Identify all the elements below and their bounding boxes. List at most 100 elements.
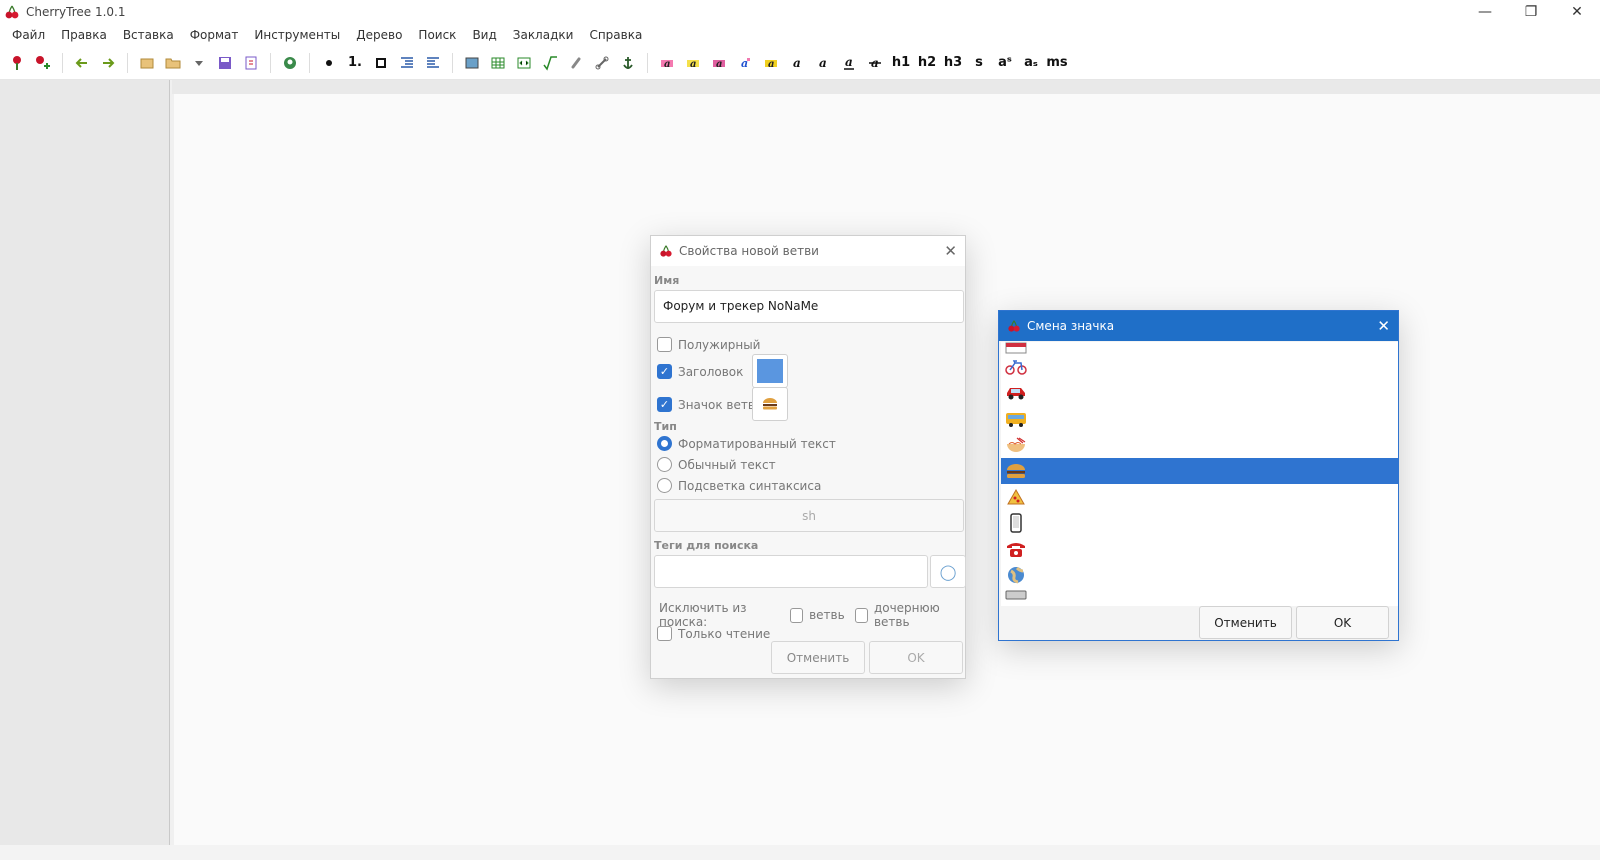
insert-file-icon[interactable] [565, 52, 587, 74]
small-text-button[interactable]: s [968, 52, 990, 74]
insert-anchor-icon[interactable] [617, 52, 639, 74]
close-icon[interactable]: ✕ [944, 242, 957, 260]
bold-checkbox[interactable] [657, 337, 672, 352]
syntax-select[interactable]: sh [654, 499, 964, 532]
type-code-radio[interactable] [657, 478, 672, 493]
text-background-color-icon[interactable]: a [682, 52, 704, 74]
new-file-icon[interactable] [136, 52, 158, 74]
cancel-button[interactable]: Отменить [1199, 606, 1292, 639]
bicycle-icon [1005, 360, 1027, 375]
superscript-button[interactable]: aˢ [994, 52, 1016, 74]
minimize-icon[interactable]: — [1462, 0, 1508, 24]
bold-label: Полужирный [678, 337, 761, 352]
node-icon-button[interactable] [752, 387, 788, 421]
todo-list-icon[interactable] [370, 52, 392, 74]
globe-icon [1008, 566, 1024, 584]
text-color-blue-icon[interactable]: a [734, 52, 756, 74]
type-label: Тип [654, 420, 677, 433]
exclude-node-checkbox[interactable] [789, 607, 804, 623]
type-plain-row[interactable]: Обычный текст [657, 457, 776, 472]
italic-icon[interactable]: a [812, 52, 834, 74]
insert-codebox-icon[interactable] [513, 52, 535, 74]
menu-search[interactable]: Поиск [410, 24, 464, 46]
search-icon[interactable]: ◯ [930, 555, 966, 588]
close-window-icon[interactable]: ✕ [1554, 0, 1600, 24]
list-item[interactable] [1001, 342, 1398, 354]
text-foreground-color-icon[interactable]: a [656, 52, 678, 74]
text-highlight-yellow-icon[interactable]: a [760, 52, 782, 74]
monospace-button[interactable]: ms [1046, 52, 1068, 74]
cancel-button[interactable]: Отменить [771, 641, 865, 674]
type-rich-radio[interactable] [657, 436, 672, 451]
cherry-icon [1008, 320, 1020, 332]
forward-arrow-icon[interactable] [97, 52, 119, 74]
readonly-checkbox[interactable] [657, 626, 672, 641]
editor-header [172, 80, 1600, 94]
insert-table-icon[interactable] [487, 52, 509, 74]
list-item[interactable] [1001, 562, 1398, 588]
list-item[interactable] [1001, 510, 1398, 536]
menu-bookmarks[interactable]: Закладки [505, 24, 582, 46]
list-item[interactable] [1001, 432, 1398, 458]
bold-icon[interactable]: a [786, 52, 808, 74]
node-icon-checkbox[interactable]: ✓ [657, 397, 672, 412]
open-folder-icon[interactable] [162, 52, 184, 74]
readonly-row[interactable]: Только чтение [657, 626, 770, 641]
export-icon[interactable] [240, 52, 262, 74]
menu-file[interactable]: Файл [4, 24, 53, 46]
dropdown-arrow-icon[interactable] [188, 52, 210, 74]
icon-list[interactable] [1001, 342, 1398, 606]
menu-edit[interactable]: Правка [53, 24, 115, 46]
add-subnode-icon[interactable] [32, 52, 54, 74]
insert-latex-icon[interactable] [539, 52, 561, 74]
text-color-pink-icon[interactable]: a [708, 52, 730, 74]
name-input[interactable]: Форум и трекер NoNaMe [654, 290, 964, 323]
back-arrow-icon[interactable] [71, 52, 93, 74]
maximize-icon[interactable]: ❐ [1508, 0, 1554, 24]
ok-button[interactable]: OK [869, 641, 963, 674]
toolbar-separator [452, 52, 453, 73]
heading1-button[interactable]: h1 [890, 52, 912, 74]
tree-pane[interactable] [0, 80, 170, 845]
list-item[interactable] [1001, 354, 1398, 380]
menu-tree[interactable]: Дерево [348, 24, 410, 46]
add-node-icon[interactable] [6, 52, 28, 74]
list-item[interactable] [1001, 406, 1398, 432]
heading2-button[interactable]: h2 [916, 52, 938, 74]
exclude-children-checkbox[interactable] [854, 607, 868, 623]
insert-link-icon[interactable] [591, 52, 613, 74]
bold-checkbox-row[interactable]: Полужирный [657, 337, 760, 352]
menu-tools[interactable]: Инструменты [246, 24, 348, 46]
heading3-button[interactable]: h3 [942, 52, 964, 74]
type-rich-row[interactable]: Форматированный текст [657, 436, 836, 451]
strikethrough-icon[interactable]: a [864, 52, 886, 74]
type-plain-radio[interactable] [657, 457, 672, 472]
outdent-icon[interactable] [422, 52, 444, 74]
insert-image-icon[interactable] [461, 52, 483, 74]
tags-input[interactable] [654, 555, 928, 588]
heading-checkbox[interactable]: ✓ [657, 364, 672, 379]
list-item[interactable] [1001, 536, 1398, 562]
close-icon[interactable]: ✕ [1377, 317, 1390, 335]
subscript-button[interactable]: aₛ [1020, 52, 1042, 74]
list-item[interactable] [1001, 484, 1398, 510]
ok-button[interactable]: OK [1296, 606, 1389, 639]
heading-color-button[interactable] [752, 354, 788, 388]
menu-insert[interactable]: Вставка [115, 24, 182, 46]
numbered-list-icon[interactable]: 1. [344, 52, 366, 74]
list-item-selected[interactable] [1001, 458, 1398, 484]
node-icon-checkbox-row[interactable]: ✓ Значок ветви [657, 397, 763, 412]
indent-icon[interactable] [396, 52, 418, 74]
exclude-node-label: ветвь [809, 608, 845, 622]
list-item[interactable] [1001, 380, 1398, 406]
type-code-row[interactable]: Подсветка синтаксиса [657, 478, 821, 493]
menu-view[interactable]: Вид [464, 24, 504, 46]
search-globe-icon[interactable] [279, 52, 301, 74]
menu-help[interactable]: Справка [581, 24, 650, 46]
list-item[interactable] [1001, 588, 1398, 600]
menu-format[interactable]: Формат [182, 24, 247, 46]
bullet-list-icon[interactable] [318, 52, 340, 74]
underline-icon[interactable]: a [838, 52, 860, 74]
heading-checkbox-row[interactable]: ✓ Заголовок [657, 364, 743, 379]
save-icon[interactable] [214, 52, 236, 74]
